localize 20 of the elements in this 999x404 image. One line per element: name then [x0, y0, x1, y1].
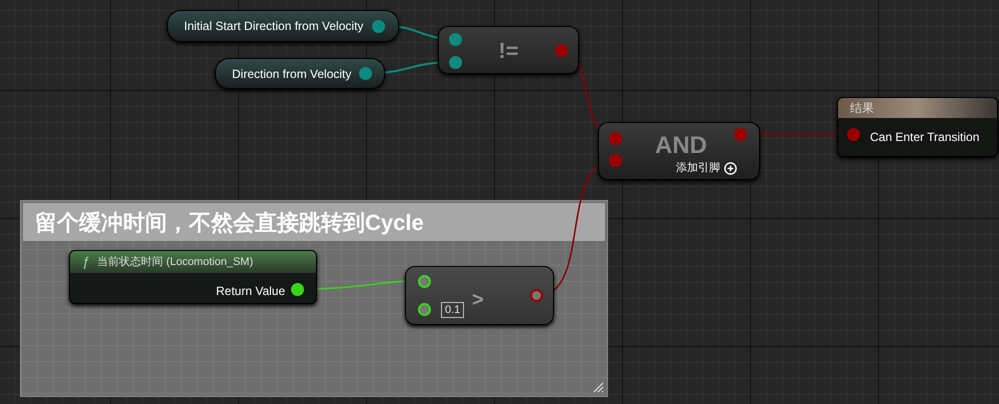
- pin-label: Can Enter Transition: [870, 129, 980, 146]
- variable-label: Direction from Velocity: [232, 66, 352, 82]
- operator-label: !=: [498, 36, 519, 64]
- node-title: 结果: [850, 100, 874, 117]
- comment-text: 留个缓冲时间，不然会直接跳转到Cycle: [35, 208, 424, 237]
- node-title: 当前状态时间 (Locomotion_SM): [97, 254, 254, 270]
- variable-node[interactable]: Direction from Velocity: [215, 58, 385, 89]
- operator-label: AND: [655, 134, 707, 158]
- result-node[interactable]: 结果 Can Enter Transition: [837, 97, 998, 157]
- compare-node[interactable]: > 0.1: [405, 266, 554, 325]
- variable-label: Initial Start Direction from Velocity: [184, 18, 364, 35]
- pin-label: Return Value: [216, 283, 286, 300]
- function-glyph: ƒ: [82, 253, 90, 272]
- plus-circle-icon: [724, 162, 737, 175]
- add-pin-button[interactable]: 添加引脚: [676, 160, 737, 176]
- value-field[interactable]: 0.1: [441, 302, 464, 318]
- variable-node[interactable]: Initial Start Direction from Velocity: [167, 10, 399, 42]
- operator-label: >: [472, 288, 484, 313]
- resize-grip-icon: [592, 381, 604, 393]
- function-node[interactable]: ƒ 当前状态时间 (Locomotion_SM) Return Value: [69, 250, 317, 304]
